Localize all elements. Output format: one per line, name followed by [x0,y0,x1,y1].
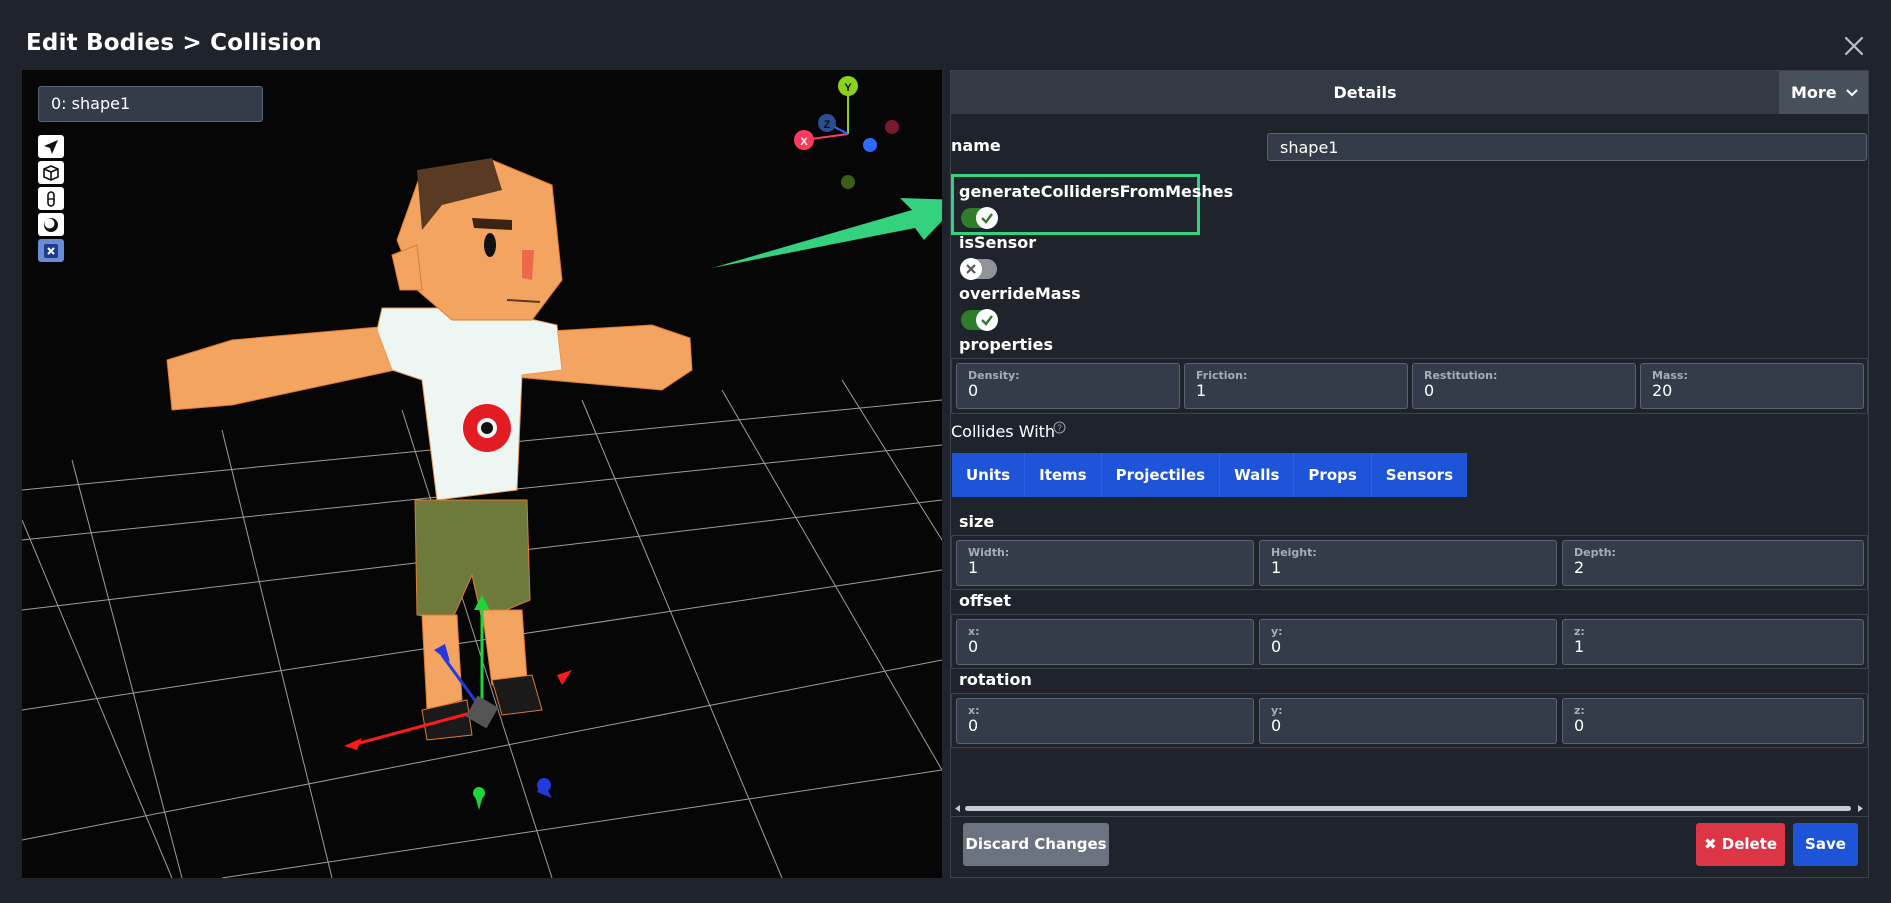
collide-sensors-button[interactable]: Sensors [1372,453,1467,497]
restitution-value: 0 [1424,381,1435,400]
footer-divider [951,816,1868,817]
properties-label: properties [959,335,1054,354]
axis-y-label: Y [844,82,852,94]
axis-z-label: Z [824,119,831,131]
offset-y-field[interactable]: y: 0 [1259,619,1557,665]
capsule-icon[interactable] [38,187,64,210]
offset-group: x: 0 y: 0 z: 1 [951,614,1868,669]
collides-with-label: Collides With [951,422,1056,441]
collide-units-button[interactable]: Units [952,453,1026,497]
density-field[interactable]: Density: 0 [956,363,1180,409]
svg-text:?: ? [1057,424,1062,433]
rotation-label: rotation [959,670,1032,689]
rotation-z-value: 0 [1574,716,1585,735]
size-label: size [959,512,995,531]
shape-selector[interactable]: 0: shape1 [38,86,263,122]
scroll-right-icon[interactable] [1857,805,1863,812]
delete-label: Delete [1721,835,1778,853]
collide-items-button[interactable]: Items [1025,453,1102,497]
discard-changes-button[interactable]: Discard Changes [963,823,1109,866]
offset-x-value: 0 [968,637,979,656]
scroll-left-icon[interactable] [955,805,961,812]
delete-x-icon: ✖ [1703,835,1717,853]
offset-y-value: 0 [1271,637,1282,656]
scene-canvas[interactable]: Y X Z [22,70,942,878]
density-value: 0 [968,381,979,400]
collide-projectiles-button[interactable]: Projectiles [1102,453,1221,497]
details-panel: Details More name shape1 generateCollide… [950,70,1869,878]
mass-field[interactable]: Mass: 20 [1640,363,1864,409]
plane-icon[interactable] [38,135,64,158]
height-value: 1 [1271,558,1282,577]
delete-button[interactable]: ✖ Delete [1696,823,1785,866]
width-field[interactable]: Width: 1 [956,540,1254,586]
rotation-y-field[interactable]: y: 0 [1259,698,1557,744]
mass-value: 20 [1652,381,1673,400]
check-icon [976,207,998,229]
details-title: Details [1333,83,1397,102]
scrollbar-thumb[interactable] [965,806,1851,811]
cube-icon[interactable] [38,161,64,184]
sphere-icon[interactable] [38,213,64,236]
offset-label: offset [959,591,1011,610]
height-field[interactable]: Height: 1 [1259,540,1557,586]
properties-group: Density: 0 Friction: 1 Restitution: 0 Ma… [951,358,1868,414]
override-mass-label: overrideMass [959,284,1081,303]
depth-value: 2 [1574,558,1585,577]
shape-toolbar [38,135,64,265]
name-label: name [951,136,1001,155]
horizontal-scrollbar[interactable] [955,805,1863,812]
modal-title: Edit Bodies > Collision [26,30,322,56]
more-button[interactable]: More [1779,71,1868,114]
chevron-down-icon [1846,89,1858,97]
name-input[interactable]: shape1 [1267,133,1867,161]
restitution-label: Restitution: [1424,369,1498,382]
generate-colliders-toggle[interactable] [961,207,998,229]
rotation-z-field[interactable]: z: 0 [1562,698,1864,744]
offset-x-field[interactable]: x: 0 [956,619,1254,665]
is-sensor-label: isSensor [959,233,1037,252]
size-group: Width: 1 Height: 1 Depth: 2 [951,535,1868,590]
collide-walls-button[interactable]: Walls [1220,453,1295,497]
is-sensor-toggle[interactable] [960,258,997,280]
offset-z-field[interactable]: z: 1 [1562,619,1864,665]
more-label: More [1791,83,1837,102]
depth-field[interactable]: Depth: 2 [1562,540,1864,586]
close-icon[interactable] [1842,34,1866,58]
rotation-x-value: 0 [968,716,979,735]
rotation-y-value: 0 [1271,716,1282,735]
rotation-group: x: 0 y: 0 z: 0 [951,693,1868,748]
annotation-arrow [712,198,942,268]
friction-value: 1 [1196,381,1207,400]
3d-viewport[interactable]: Y X Z 0: shape1 [22,70,942,878]
generate-colliders-label: generateCollidersFromMeshes [959,182,1234,201]
collide-props-button[interactable]: Props [1294,453,1372,497]
save-button[interactable]: Save [1793,823,1858,866]
width-value: 1 [968,558,979,577]
axis-x-label: X [800,136,808,148]
details-header: Details More [951,71,1868,114]
rotation-x-field[interactable]: x: 0 [956,698,1254,744]
check-icon [976,309,998,331]
collides-with-group: Units Items Projectiles Walls Props Sens… [952,453,1468,497]
help-icon[interactable]: ? [1053,421,1066,434]
close-box-icon[interactable] [38,239,64,262]
friction-field[interactable]: Friction: 1 [1184,363,1408,409]
offset-z-value: 1 [1574,637,1585,656]
override-mass-toggle[interactable] [961,309,998,331]
cross-icon [960,258,982,280]
restitution-field[interactable]: Restitution: 0 [1412,363,1636,409]
